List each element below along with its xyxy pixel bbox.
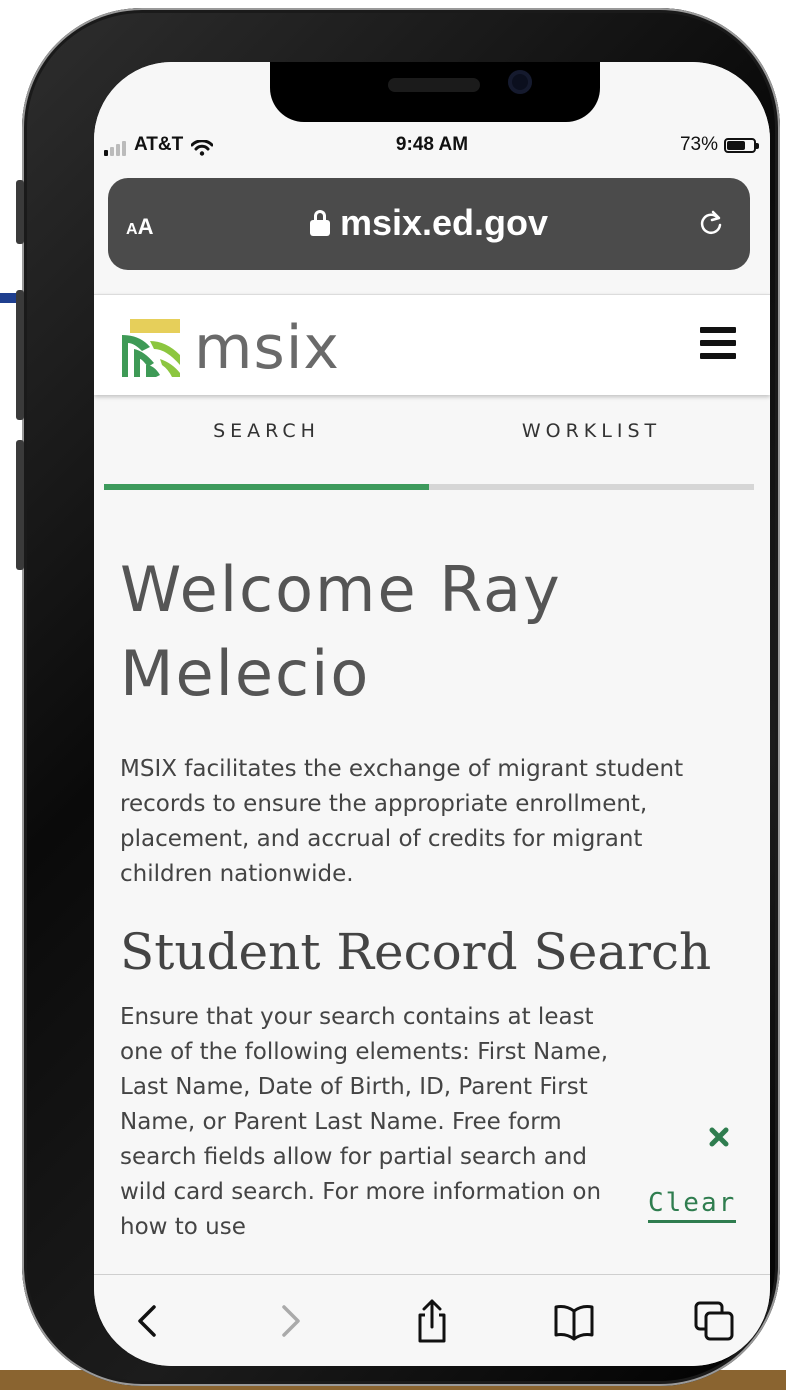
msix-logo-mark [122,319,180,377]
back-icon[interactable] [124,1297,172,1345]
clear-x-icon[interactable] [708,1126,730,1148]
tabs-icon[interactable] [690,1297,738,1345]
site-header: msix [94,294,770,395]
mute-switch [16,180,24,244]
status-right: 73% [679,134,759,156]
reload-icon[interactable] [696,208,726,238]
volume-up-button [16,290,24,420]
bookmarks-icon[interactable] [550,1297,598,1345]
search-help-text: Ensure that your search contains at leas… [120,1004,609,1240]
battery-percent: 73% [679,134,718,155]
tab-worklist[interactable]: WORKLIST [429,420,754,442]
logo-wordmark: msix [194,313,340,383]
phone-screen: AT&T 9:48 AM 73% AA msix.ed.gov msix SEA… [94,62,770,1366]
notch [270,62,600,122]
intro-paragraph: MSIX facilitates the exchange of migrant… [120,756,684,887]
status-time: 9:48 AM [395,134,469,155]
active-tab-indicator [104,484,429,490]
url-display[interactable]: msix.ed.gov [108,202,750,244]
battery-icon [724,137,759,153]
browser-toolbar [94,1274,770,1366]
tab-search[interactable]: SEARCH [104,420,429,442]
front-camera [508,70,532,94]
forward-icon[interactable] [266,1297,314,1345]
clear-button[interactable]: Clear [648,1188,737,1223]
lock-icon [309,210,330,236]
share-icon[interactable] [408,1297,456,1345]
speaker-grille [388,78,480,92]
hamburger-menu-icon[interactable] [700,327,736,359]
volume-down-button [16,440,24,570]
msix-logo[interactable]: msix [120,313,340,383]
nav-tabs: SEARCH WORKLIST [104,420,754,494]
url-text: msix.ed.gov [339,202,549,243]
phone-frame: AT&T 9:48 AM 73% AA msix.ed.gov msix SEA… [16,8,780,1386]
welcome-heading: Welcome Ray Melecio [120,553,562,710]
address-bar[interactable]: AA msix.ed.gov [108,178,750,270]
section-title: Student Record Search [120,923,712,981]
